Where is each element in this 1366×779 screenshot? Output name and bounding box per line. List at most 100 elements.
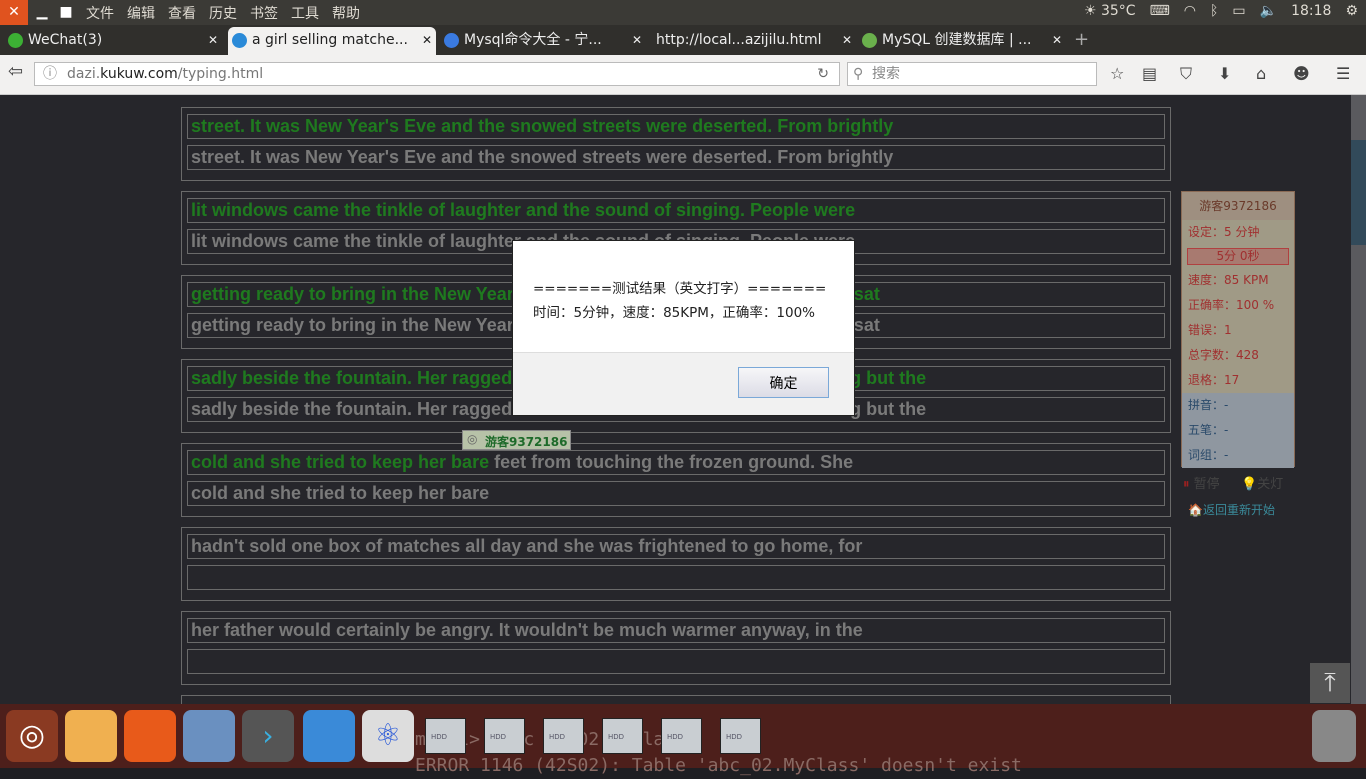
tab-title: Mysql命令大全 - 宁... [464, 32, 602, 48]
search-input[interactable]: ⚲ 搜索 [847, 62, 1097, 86]
source-line: hadn't sold one box of matches all day a… [187, 534, 1165, 559]
reading-list-icon[interactable]: ▤ [1142, 64, 1157, 83]
chat-icon[interactable]: ☻ [1293, 64, 1310, 83]
lights-label: 关灯 [1257, 477, 1284, 492]
search-placeholder: 搜索 [872, 66, 900, 82]
typing-input[interactable]: cold and she tried to keep her bare [187, 481, 1165, 506]
trash-icon[interactable] [1312, 710, 1356, 762]
tab-close-icon[interactable]: ✕ [1052, 27, 1062, 53]
pocket-icon[interactable]: ⛉ [1180, 64, 1192, 84]
atom-icon[interactable]: ⚛ [362, 710, 414, 762]
hdd-drive-icon[interactable]: HDD [543, 718, 584, 754]
tab-favicon-icon [862, 33, 877, 48]
hdd-drive-icon[interactable]: HDD [484, 718, 525, 754]
menu-item[interactable]: 工具 [291, 3, 319, 23]
battery-icon[interactable]: ▭ [1232, 3, 1245, 19]
wifi-icon[interactable]: ◠ [1184, 3, 1196, 19]
typing-input[interactable] [187, 565, 1165, 590]
maximize-window-button[interactable]: ■ [54, 0, 78, 25]
app-grid-icon[interactable] [303, 710, 355, 762]
browser-tab[interactable]: MySQL 创建数据库 | ... ✕ [858, 27, 1066, 55]
launcher-dock: mysql> desc abc02.MyClass;ERROR 1146 (42… [0, 704, 1366, 776]
home-icon: 🏠 [1188, 503, 1203, 517]
back-button[interactable]: ⇦ [8, 61, 23, 82]
typing-input[interactable] [187, 649, 1165, 674]
back-to-top-button[interactable]: ⤒ [1310, 663, 1350, 703]
page-scrollbar[interactable] [1351, 95, 1366, 704]
url-bar[interactable]: ⓘ dazi.kukuw.com/typing.html ↻ [34, 62, 840, 86]
bookmark-star-icon[interactable]: ☆ [1110, 64, 1124, 83]
hdd-drive-icon[interactable]: HDD [661, 718, 702, 754]
tab-favicon-icon [444, 33, 459, 48]
hdd-drive-icon[interactable]: HDD [720, 718, 761, 754]
browser-tab[interactable]: a girl selling matche... ✕ [228, 27, 436, 55]
line-group-partial [181, 695, 1171, 704]
chromium-icon[interactable] [183, 710, 235, 762]
info-icon[interactable]: ⓘ [43, 63, 57, 85]
restart-link[interactable]: 🏠返回重新开始 [1188, 501, 1275, 518]
source-line: lit windows came the tinkle of laughter … [187, 198, 1165, 223]
volume-icon[interactable]: 🔈 [1260, 3, 1277, 19]
dialog-message: 时间：5分钟，速度：85KPM，正确率：100% [533, 305, 816, 321]
menu-item[interactable]: 查看 [168, 3, 196, 23]
pause-button[interactable]: ⏸ 暂停 [1183, 473, 1220, 492]
stats-setting: 设定：5 分钟 [1188, 225, 1260, 239]
ubuntu-launcher-icon[interactable]: ◎ [6, 710, 58, 762]
typing-input[interactable]: street. It was New Year's Eve and the sn… [187, 145, 1165, 170]
terminal-line: ERROR 1146 (42S02): Table 'abc_02.MyClas… [415, 755, 1022, 776]
tab-title: http://local...azijilu.html [656, 32, 822, 48]
ok-button[interactable]: 确定 [738, 367, 829, 398]
bluetooth-icon[interactable]: ᛒ [1210, 3, 1218, 19]
terminal-app-icon[interactable]: › [242, 710, 294, 762]
line-group: hadn't sold one box of matches all day a… [181, 527, 1171, 601]
home-icon[interactable]: ⌂ [1256, 64, 1266, 83]
download-icon[interactable]: ⬇ [1218, 64, 1231, 83]
close-window-button[interactable]: ✕ [0, 0, 28, 25]
stats-wubi: 五笔：- [1182, 418, 1294, 443]
stats-backspace: 退格：17 [1188, 373, 1240, 387]
hamburger-menu-icon[interactable]: ☰ [1336, 64, 1350, 83]
browser-tab[interactable]: http://local...azijilu.html ✕ [648, 27, 856, 55]
lightbulb-icon: 💡 [1241, 477, 1258, 492]
stats-phrase: 词组：- [1182, 443, 1294, 468]
pause-icon: ⏸ [1183, 477, 1190, 492]
new-tab-button[interactable]: + [1074, 29, 1089, 50]
tab-close-icon[interactable]: ✕ [842, 27, 852, 53]
menu-item[interactable]: 编辑 [127, 3, 155, 23]
stats-timer: 5分 0秒 [1187, 248, 1289, 265]
tab-close-icon[interactable]: ✕ [422, 27, 432, 53]
tab-close-icon[interactable]: ✕ [632, 27, 642, 53]
browser-tab[interactable]: Mysql命令大全 - 宁... ✕ [440, 27, 646, 55]
reload-icon[interactable]: ↻ [817, 63, 829, 85]
search-icon: ⚲ [853, 66, 864, 82]
lights-button[interactable]: 💡关灯 [1241, 473, 1283, 492]
gear-icon[interactable]: ⚙ [1345, 3, 1358, 19]
line-group: street. It was New Year's Eve and the sn… [181, 107, 1171, 181]
scrollbar-thumb[interactable] [1351, 140, 1366, 245]
user-badge-label: 游客9372186 [485, 435, 568, 449]
source-remaining: feet from touching the frozen ground. Sh… [489, 452, 854, 472]
menu-bar: 文件 编辑 查看 历史 书签 工具 帮助 [86, 3, 360, 23]
minimize-window-button[interactable]: ▁ [30, 0, 54, 25]
hdd-drive-icon[interactable]: HDD [425, 718, 466, 754]
firefox-icon[interactable] [124, 710, 176, 762]
keyboard-icon[interactable]: ⌨ [1150, 3, 1170, 19]
menu-item[interactable]: 文件 [86, 3, 114, 23]
menu-item[interactable]: 书签 [250, 3, 278, 23]
menu-item[interactable]: 帮助 [332, 3, 360, 23]
indicator-area: ☀ 35°C ⌨ ◠ ᛒ ▭ 🔈 18:18 ⚙ [1084, 3, 1358, 19]
tab-close-icon[interactable]: ✕ [208, 27, 218, 53]
weather-indicator[interactable]: ☀ 35°C [1084, 3, 1136, 19]
clock[interactable]: 18:18 [1291, 3, 1331, 19]
files-icon[interactable] [65, 710, 117, 762]
menu-item[interactable]: 历史 [209, 3, 237, 23]
dialog-footer: 确定 [513, 352, 854, 415]
source-typed-correct: street. It was New Year's Eve and the sn… [191, 116, 894, 136]
source-remaining: hadn't sold one box of matches all day a… [191, 536, 863, 556]
user-avatar-icon: ◎ [467, 432, 478, 446]
source-line: street. It was New Year's Eve and the sn… [187, 114, 1165, 139]
weather-temp: 35°C [1100, 3, 1136, 19]
hdd-drive-icon[interactable]: HDD [602, 718, 643, 754]
source-remaining: her father would certainly be angry. It … [191, 620, 863, 640]
browser-tab[interactable]: WeChat(3) ✕ [4, 27, 222, 55]
